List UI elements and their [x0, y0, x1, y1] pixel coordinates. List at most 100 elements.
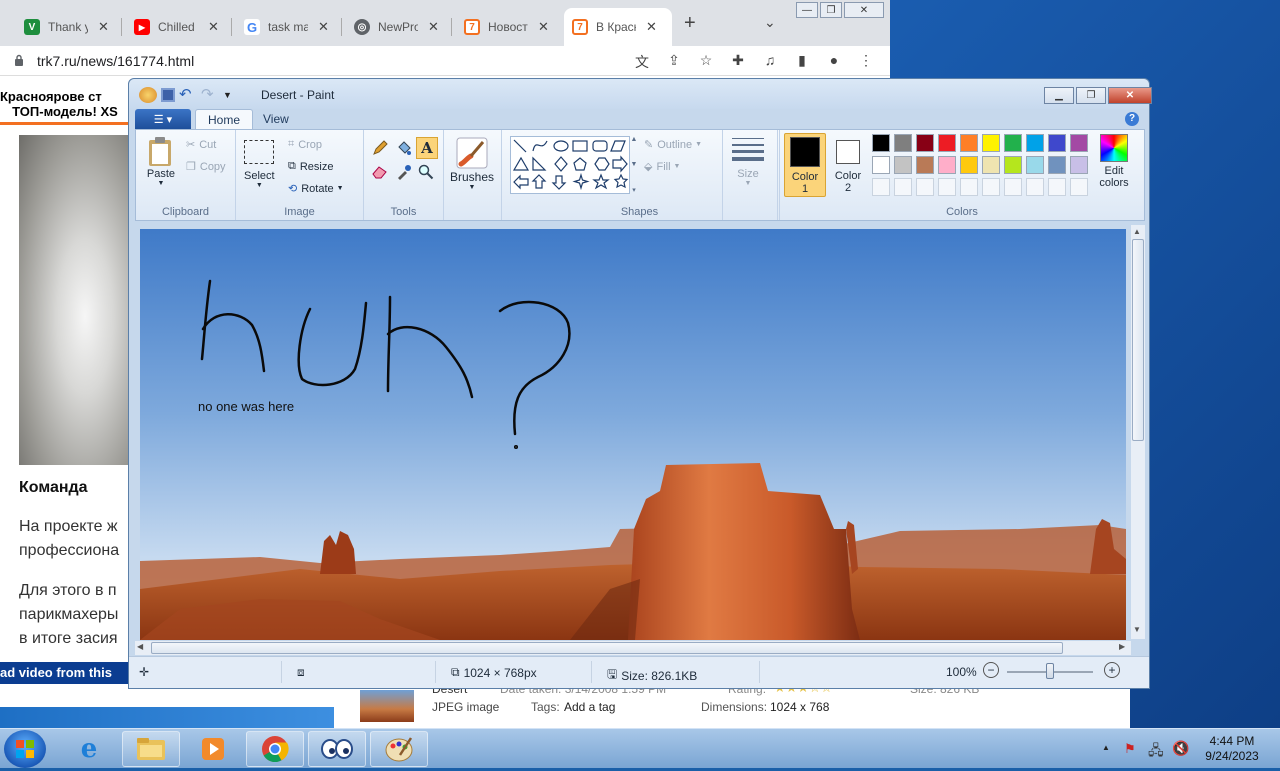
zoom-in-button[interactable]: + — [1104, 662, 1120, 678]
palette-swatch[interactable] — [1070, 156, 1088, 174]
palette-empty-swatch[interactable] — [1026, 178, 1044, 196]
palette-empty-swatch[interactable] — [982, 178, 1000, 196]
pencil-icon[interactable] — [370, 138, 390, 158]
palette-swatch[interactable] — [1026, 156, 1044, 174]
start-button[interactable] — [4, 730, 46, 768]
palette-swatch[interactable] — [1048, 134, 1066, 152]
scroll-up-icon[interactable]: ▲ — [1133, 227, 1141, 236]
profile-icon[interactable]: ● — [818, 52, 850, 72]
share-icon[interactable]: ⇪ — [658, 52, 690, 72]
palette-swatch[interactable] — [982, 156, 1000, 174]
close-tab-icon[interactable]: ✕ — [208, 19, 219, 35]
zoom-slider-thumb[interactable] — [1046, 663, 1054, 679]
select-button[interactable]: Select ▼ — [244, 140, 275, 189]
palette-empty-swatch[interactable] — [916, 178, 934, 196]
vertical-scrollbar[interactable]: ▲ ▼ — [1131, 225, 1145, 639]
show-hidden-icons-icon[interactable]: ▲ — [1102, 743, 1110, 752]
copy-button[interactable]: ❐ Copy — [186, 160, 226, 174]
shapes-gallery[interactable] — [510, 136, 630, 194]
palette-swatch[interactable] — [1004, 134, 1022, 152]
close-tab-icon[interactable]: ✕ — [538, 19, 549, 35]
lock-icon[interactable] — [14, 54, 24, 66]
video-download-bar[interactable]: ad video from this — [0, 662, 130, 684]
bookmark-star-icon[interactable]: ☆ — [690, 52, 722, 72]
palette-swatch[interactable] — [960, 156, 978, 174]
palette-empty-swatch[interactable] — [960, 178, 978, 196]
file-menu-button[interactable]: ☰ ▾ — [135, 109, 191, 129]
minimize-button[interactable]: — — [796, 2, 818, 18]
color1-button[interactable]: Color 1 — [784, 133, 826, 197]
url-field[interactable]: trk7.ru/news/161774.html — [37, 53, 194, 69]
translate-icon[interactable]: 文 — [626, 52, 658, 72]
fill-button[interactable]: ⬙ Fill ▼ — [644, 160, 680, 174]
customize-toolbar-chevron-icon[interactable]: ▼ — [223, 87, 233, 103]
shapes-scroll[interactable]: ▲ ▼ ▾ — [630, 136, 638, 194]
tab-view[interactable]: View — [251, 109, 301, 129]
close-button[interactable]: ✕ — [1108, 87, 1152, 104]
palette-empty-swatch[interactable] — [872, 178, 890, 196]
volume-muted-icon[interactable]: 🔇 — [1172, 740, 1189, 757]
palette-swatch[interactable] — [894, 156, 912, 174]
extensions-icon[interactable]: ✚ — [722, 52, 754, 72]
palette-swatch[interactable] — [916, 134, 934, 152]
paint-title-bar[interactable]: ↶ ↷ ▼ Desert - Paint ▁ ❐ ✕ — [129, 79, 1152, 109]
zoom-out-button[interactable]: − — [983, 662, 999, 678]
palette-empty-swatch[interactable] — [1004, 178, 1022, 196]
maximize-button[interactable]: ❐ — [820, 2, 842, 18]
palette-swatch[interactable] — [982, 134, 1000, 152]
tab-1[interactable]: V Thank y ✕ — [16, 8, 117, 46]
tab-3[interactable]: G task mar ✕ — [236, 8, 337, 46]
palette-swatch[interactable] — [1026, 134, 1044, 152]
fill-bucket-icon[interactable] — [394, 138, 414, 158]
drawing-canvas[interactable]: no one was here — [140, 229, 1126, 640]
vertical-scroll-thumb[interactable] — [1132, 239, 1144, 441]
media-control-icon[interactable]: ♫ — [754, 52, 786, 72]
palette-swatch[interactable] — [1004, 156, 1022, 174]
palette-swatch[interactable] — [938, 156, 956, 174]
taskbar-explorer[interactable] — [122, 731, 180, 767]
undo-icon[interactable]: ↶ — [179, 87, 197, 103]
palette-empty-swatch[interactable] — [1048, 178, 1066, 196]
palette-empty-swatch[interactable] — [894, 178, 912, 196]
eraser-icon[interactable] — [370, 162, 390, 182]
horizontal-scrollbar[interactable]: ◀ ▶ — [135, 641, 1131, 655]
article-headline[interactable]: Красноярове ст ТОП-модель! XS — [0, 89, 130, 119]
close-button[interactable]: ✕ — [844, 2, 884, 18]
taskbar-chrome[interactable] — [246, 731, 304, 767]
taskbar-eyes-app[interactable] — [308, 731, 366, 767]
palette-swatch[interactable] — [872, 134, 890, 152]
taskbar-media-player[interactable] — [184, 731, 242, 767]
tab-6-active[interactable]: 7 В Красн ✕ — [564, 8, 672, 46]
taskbar-paint[interactable] — [370, 731, 428, 767]
resize-button[interactable]: ⧉ Resize — [288, 160, 333, 173]
tab-search-chevron-icon[interactable]: ⌄ — [764, 14, 776, 31]
palette-swatch[interactable] — [938, 134, 956, 152]
side-panel-icon[interactable]: ▮ — [786, 52, 818, 72]
tags-value[interactable]: Add a tag — [564, 700, 615, 714]
action-center-icon[interactable]: ⚑ — [1124, 741, 1136, 757]
palette-swatch[interactable] — [1070, 134, 1088, 152]
taskbar-clock[interactable]: 4:44 PM 9/24/2023 — [1196, 734, 1268, 764]
scroll-down-icon[interactable]: ▼ — [1133, 625, 1141, 634]
paste-button[interactable]: Paste ▼ — [146, 136, 176, 187]
redo-icon[interactable]: ↷ — [201, 87, 219, 103]
save-icon[interactable] — [161, 88, 175, 102]
brushes-button[interactable]: Brushes ▼ — [450, 136, 494, 191]
scroll-left-icon[interactable]: ◀ — [137, 642, 143, 651]
rotate-button[interactable]: ⟲ Rotate ▼ — [288, 182, 344, 196]
new-tab-button[interactable]: + — [684, 12, 696, 35]
palette-swatch[interactable] — [960, 134, 978, 152]
edit-colors-button[interactable]: Edit colors — [1094, 134, 1134, 189]
crop-button[interactable]: ⌗ Crop — [288, 138, 322, 151]
help-icon[interactable]: ? — [1125, 112, 1139, 126]
network-icon[interactable]: 🖧 — [1148, 740, 1164, 764]
magnifier-icon[interactable] — [416, 162, 436, 182]
menu-dots-icon[interactable]: ⋮ — [850, 52, 882, 72]
taskbar-ie[interactable]: e — [60, 731, 118, 767]
palette-swatch[interactable] — [1048, 156, 1066, 174]
horizontal-scroll-thumb[interactable] — [151, 642, 1063, 654]
paint-app-icon[interactable] — [139, 87, 157, 103]
minimize-button[interactable]: ▁ — [1044, 87, 1074, 104]
text-tool-icon[interactable]: A — [416, 137, 438, 159]
tab-2[interactable]: ▶ Chilled V ✕ — [126, 8, 227, 46]
